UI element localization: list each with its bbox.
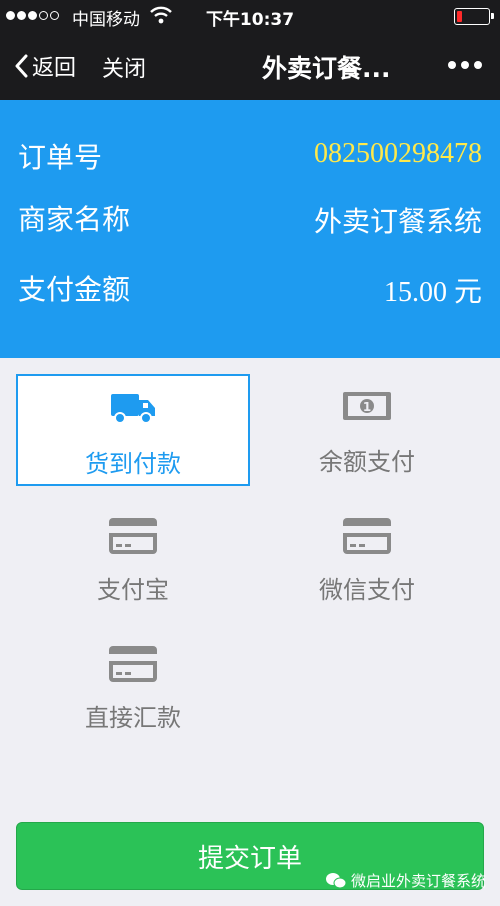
order-number-row: 订单号 082500298478 [0, 136, 500, 176]
payment-cod[interactable]: 货到付款 [16, 374, 250, 486]
status-bar: 中国移动 下午10:37 [0, 0, 500, 32]
back-button[interactable]: 返回 [14, 50, 76, 82]
watermark: 微启业外卖订餐系统 [325, 870, 486, 891]
merchant-row: 商家名称 外卖订餐系统 [0, 198, 500, 238]
merchant-value: 外卖订餐系统 [313, 205, 482, 238]
page-title: 外卖订餐... [262, 54, 391, 83]
payment-balance[interactable]: 1 余额支付 [250, 374, 484, 486]
truck-icon [18, 390, 248, 432]
merchant-label: 商家名称 [18, 203, 131, 236]
nav-bar: 返回 关闭 外卖订餐... [0, 32, 500, 100]
payment-label: 微信支付 [319, 576, 415, 604]
card-icon [16, 644, 250, 686]
card-icon [16, 516, 250, 558]
order-number-value: 082500298478 [314, 138, 482, 169]
back-label: 返回 [32, 56, 77, 81]
order-number-label: 订单号 [18, 141, 103, 174]
watermark-text: 微启业外卖订餐系统 [350, 872, 486, 890]
payment-label: 直接汇款 [85, 704, 181, 732]
chevron-left-icon [15, 54, 28, 78]
card-icon [250, 516, 484, 558]
battery-icon [454, 8, 494, 25]
amount-row: 支付金额 15.00 元 [0, 268, 500, 308]
amount-label: 支付金额 [18, 273, 131, 306]
clock: 下午10:37 [205, 10, 295, 30]
svg-text:1: 1 [363, 400, 371, 414]
order-summary: 订单号 082500298478 商家名称 外卖订餐系统 支付金额 15.00 … [0, 100, 500, 358]
payment-label: 余额支付 [319, 448, 415, 476]
wechat-icon [325, 872, 347, 888]
payment-transfer[interactable]: 直接汇款 [16, 630, 250, 742]
payment-label: 货到付款 [85, 450, 181, 478]
amount-value: 15.00 元 [383, 277, 482, 308]
payment-wechat[interactable]: 微信支付 [250, 502, 484, 614]
banknote-icon: 1 [250, 388, 484, 430]
redacted-area [172, 52, 262, 82]
more-options-icon[interactable] [448, 61, 482, 69]
payment-label: 支付宝 [97, 576, 169, 604]
close-button[interactable]: 关闭 [102, 51, 146, 83]
payment-alipay[interactable]: 支付宝 [16, 502, 250, 614]
